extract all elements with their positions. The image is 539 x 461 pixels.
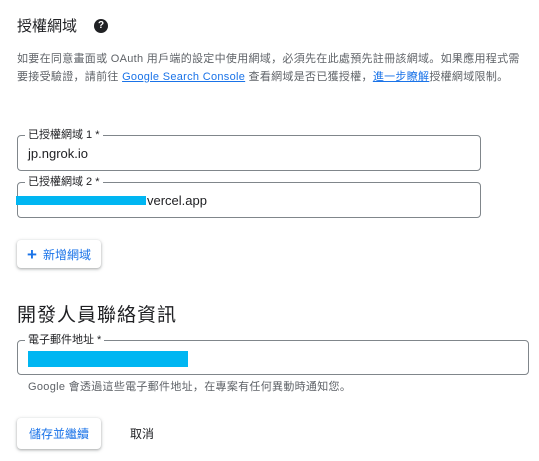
save-and-continue-button[interactable]: 儲存並繼續	[17, 418, 102, 449]
authorized-domain-1-value[interactable]: jp.ngrok.io	[28, 146, 88, 161]
email-address-label: 電子郵件地址 *	[25, 333, 105, 347]
search-console-link[interactable]: Google Search Console	[122, 71, 245, 83]
authorized-domain-2-label: 已授權網域 2 *	[25, 175, 103, 189]
developer-contact-title: 開發人員聯絡資訊	[17, 305, 178, 326]
authorized-domains-title: 授權網域 ?	[17, 15, 109, 36]
add-domain-label: 新增網域	[42, 247, 91, 262]
description-text-2: 查看網域是否已獲授權，	[245, 71, 373, 83]
authorized-domains-description: 如要在同意畫面或 OAuth 用戶端的設定中使用網域，必須先在此處預先註冊該網域…	[17, 50, 527, 86]
authorized-domain-1-label: 已授權網域 1 *	[25, 128, 103, 142]
plus-icon: +	[27, 244, 37, 264]
authorized-domains-heading: 授權網域	[17, 18, 78, 35]
add-domain-button[interactable]: + 新增網域	[17, 240, 101, 268]
redaction-bar	[16, 196, 146, 205]
authorized-domain-2-field[interactable]: 已授權網域 2 * vercel.app	[16, 175, 481, 218]
redaction-bar	[28, 351, 188, 367]
authorized-domain-2-value[interactable]: vercel.app	[147, 193, 207, 208]
help-circle-icon[interactable]: ?	[94, 18, 109, 33]
email-hint: Google 會透過這些電子郵件地址，在專案有任何異動時通知您。	[28, 381, 352, 393]
cancel-button[interactable]: 取消	[120, 418, 164, 449]
learn-more-link[interactable]: 進一步瞭解	[373, 71, 430, 83]
email-address-field[interactable]: 電子郵件地址 *	[17, 333, 529, 375]
description-text-3: 授權網域限制。	[429, 71, 509, 83]
authorized-domain-1-field[interactable]: 已授權網域 1 * jp.ngrok.io	[17, 128, 481, 171]
